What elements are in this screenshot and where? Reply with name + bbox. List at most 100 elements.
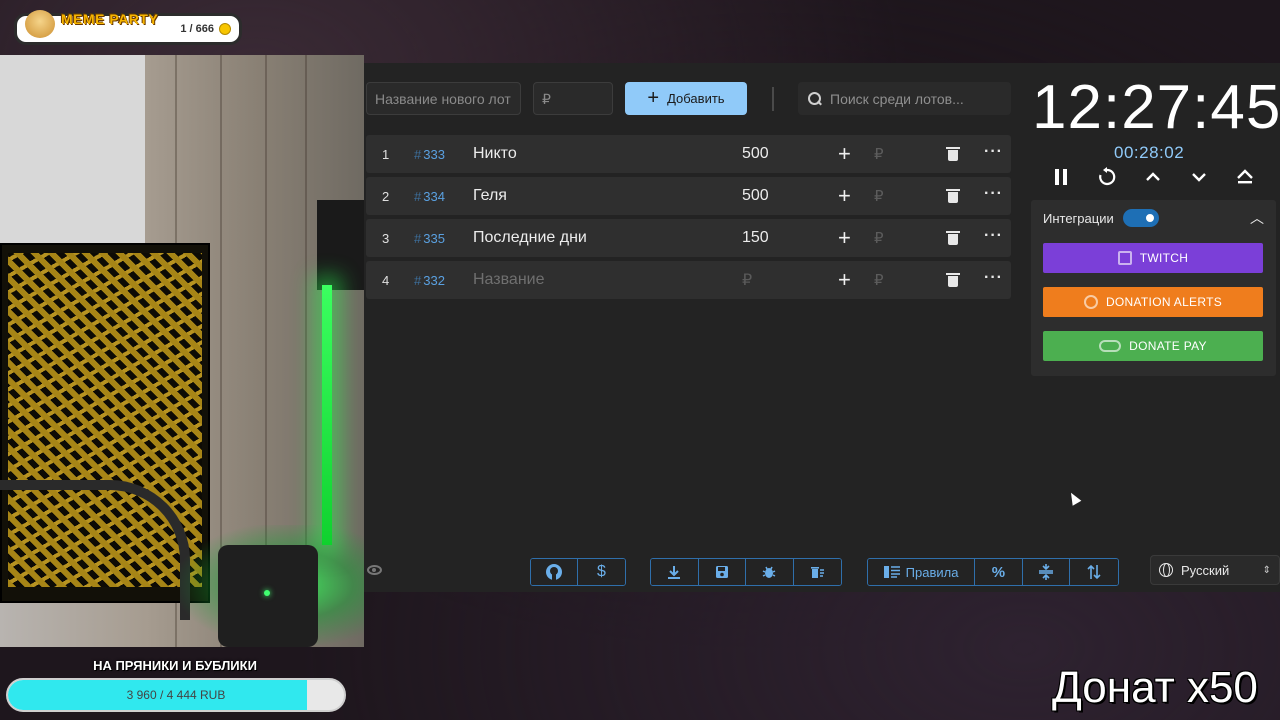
lot-number: 4 xyxy=(382,272,390,288)
lot-add-button[interactable]: + xyxy=(838,185,851,207)
dollar-icon: $ xyxy=(597,563,606,580)
lot-add-button[interactable]: + xyxy=(838,269,851,291)
lot-id: #332 xyxy=(414,272,445,288)
meme-party-title: MEME PARTY xyxy=(61,11,159,27)
donate-multiplier-caption: Донат x50 xyxy=(1052,663,1258,712)
percent-button[interactable]: % xyxy=(975,559,1023,585)
download-icon xyxy=(668,566,681,579)
donate-pay-label: DONATE PAY xyxy=(1129,339,1207,353)
globe-icon xyxy=(1159,563,1173,577)
search-icon xyxy=(808,91,822,106)
normalize-button[interactable] xyxy=(1022,559,1071,585)
more-icon[interactable]: ··· xyxy=(984,143,1003,161)
lot-amount-field[interactable]: 500 xyxy=(742,145,769,163)
sort-icon xyxy=(1087,564,1101,580)
meme-count-text: 1 / 666 xyxy=(180,23,214,35)
meme-count: 1 / 666 xyxy=(180,23,231,35)
webcam-speaker xyxy=(218,545,318,647)
twitch-button[interactable]: TWITCH xyxy=(1043,243,1263,273)
chevron-up-icon[interactable] xyxy=(1139,163,1167,191)
more-icon[interactable]: ··· xyxy=(984,269,1003,287)
webcam-led-strip xyxy=(322,285,332,545)
lot-row: 4 #332 Название ₽ + ₽ ··· xyxy=(366,261,1011,299)
lot-extra-amount-field[interactable]: ₽ xyxy=(874,145,884,163)
lot-number: 1 xyxy=(382,146,390,162)
goal-title: НА ПРЯНИКИ И БУБЛИКИ xyxy=(93,658,257,673)
lot-id-value: 334 xyxy=(423,188,445,204)
timer-sub-display: 00:28:02 xyxy=(1114,143,1185,162)
github-icon xyxy=(546,564,562,580)
chevron-up-icon[interactable]: ︿ xyxy=(1250,208,1264,228)
links-button-group: $ xyxy=(530,558,626,586)
donation-alerts-label: DONATION ALERTS xyxy=(1105,295,1223,309)
lot-add-button[interactable]: + xyxy=(838,227,851,249)
donate-button[interactable]: $ xyxy=(578,559,625,585)
timer-display: 12:27:45 xyxy=(1032,73,1280,142)
new-lot-name-input[interactable] xyxy=(366,82,521,115)
pause-icon[interactable] xyxy=(1047,163,1075,191)
lot-name-field[interactable]: Геля xyxy=(473,187,507,205)
lot-name-field[interactable]: Последние дни xyxy=(473,229,587,247)
eye-icon[interactable] xyxy=(367,565,382,575)
normalize-icon xyxy=(1039,564,1054,580)
goal-progress-text: 3 960 / 4 444 RUB xyxy=(126,688,226,702)
more-icon[interactable]: ··· xyxy=(984,227,1003,245)
language-select[interactable]: Русский ⇕ xyxy=(1150,555,1280,585)
github-button[interactable] xyxy=(531,559,578,585)
trash-icon[interactable] xyxy=(946,231,960,245)
donate-pay-icon xyxy=(1099,340,1122,352)
bug-report-button[interactable] xyxy=(746,559,794,585)
lot-id-value: 335 xyxy=(423,230,445,246)
tools-button-group: Правила % xyxy=(867,558,1119,586)
bug-icon xyxy=(762,566,776,578)
donation-alerts-icon xyxy=(1083,295,1098,309)
lot-extra-amount-field[interactable]: ₽ xyxy=(874,187,884,205)
twitch-icon xyxy=(1117,251,1132,265)
webcam-chair xyxy=(0,480,190,620)
integrations-title: Интеграции xyxy=(1043,211,1114,226)
toolbar: + Добавить Поиск среди лотов... xyxy=(364,63,1024,133)
lot-name-field[interactable]: Название xyxy=(473,271,545,289)
restart-icon[interactable] xyxy=(1093,163,1121,191)
lot-extra-amount-field[interactable]: ₽ xyxy=(874,229,884,247)
webcam-wall xyxy=(0,55,145,255)
trash-icon[interactable] xyxy=(946,189,960,203)
donate-pay-button[interactable]: DONATE PAY xyxy=(1043,331,1263,361)
lot-number: 2 xyxy=(382,188,390,204)
webcam-object xyxy=(317,200,364,290)
add-lot-button[interactable]: + Добавить xyxy=(625,82,747,115)
save-icon xyxy=(715,566,728,578)
new-lot-amount-input[interactable] xyxy=(533,82,613,115)
lot-name-field[interactable]: Никто xyxy=(473,145,517,163)
lot-row: 1 #333 Никто 500 + ₽ ··· xyxy=(366,135,1011,173)
speaker-led xyxy=(264,590,270,596)
select-arrow-icon: ⇕ xyxy=(1262,564,1271,576)
twitch-label: TWITCH xyxy=(1139,251,1189,265)
trash-icon[interactable] xyxy=(946,147,960,161)
clear-lots-button[interactable] xyxy=(793,559,841,585)
integrations-panel: Интеграции ︿ TWITCH DONATION ALERTS DONA… xyxy=(1031,200,1276,376)
donation-alerts-button[interactable]: DONATION ALERTS xyxy=(1043,287,1263,317)
auction-app: + Добавить Поиск среди лотов... 1 #333 Н… xyxy=(364,63,1280,592)
trash-icon[interactable] xyxy=(946,273,960,287)
rules-button[interactable]: Правила xyxy=(868,559,976,585)
clear-icon xyxy=(811,567,825,578)
sort-button[interactable] xyxy=(1070,559,1118,585)
lot-amount-field[interactable]: ₽ xyxy=(742,270,752,290)
chevron-down-icon[interactable] xyxy=(1185,163,1213,191)
save-button[interactable] xyxy=(698,559,746,585)
lot-amount-field[interactable]: 500 xyxy=(742,187,769,205)
search-input[interactable]: Поиск среди лотов... xyxy=(798,82,1011,115)
more-icon[interactable]: ··· xyxy=(984,185,1003,203)
doge-icon xyxy=(25,10,55,38)
eject-icon[interactable] xyxy=(1231,163,1259,191)
lot-id: #334 xyxy=(414,188,445,204)
lot-extra-amount-field[interactable]: ₽ xyxy=(874,271,884,289)
percent-icon: % xyxy=(991,563,1006,581)
lot-id: #335 xyxy=(414,230,445,246)
integrations-toggle[interactable] xyxy=(1123,209,1159,227)
lot-amount-field[interactable]: 150 xyxy=(742,229,769,247)
download-button[interactable] xyxy=(651,559,699,585)
lot-add-button[interactable]: + xyxy=(838,143,851,165)
search-placeholder: Поиск среди лотов... xyxy=(830,90,964,107)
